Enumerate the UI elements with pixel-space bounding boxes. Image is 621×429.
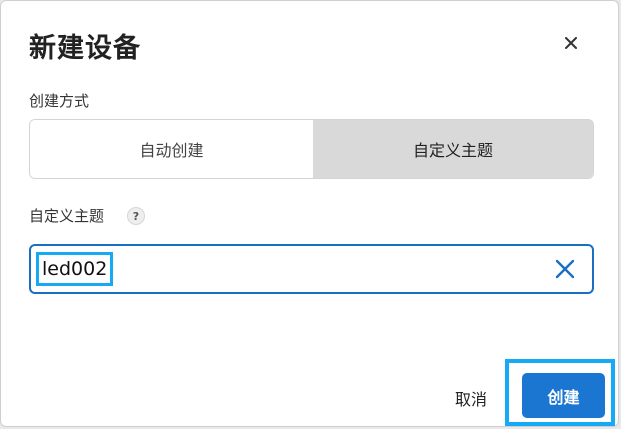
dialog-title: 新建设备 xyxy=(29,33,141,64)
clear-x-icon[interactable] xyxy=(554,258,576,280)
creation-method-segmented-control: 自动创建 自定义主题 xyxy=(29,119,594,179)
segment-auto-create[interactable]: 自动创建 xyxy=(30,120,313,178)
close-button[interactable] xyxy=(559,31,583,55)
segment-custom-topic[interactable]: 自定义主题 xyxy=(313,120,593,178)
custom-topic-input[interactable]: led002 xyxy=(29,244,594,294)
custom-topic-value[interactable]: led002 xyxy=(35,252,114,286)
create-button[interactable]: 创建 xyxy=(522,373,605,418)
close-icon[interactable] xyxy=(565,37,577,49)
creation-method-label: 创建方式 xyxy=(29,92,90,110)
cancel-button[interactable]: 取消 xyxy=(455,386,487,410)
custom-topic-label: 自定义主题 xyxy=(29,207,105,225)
help-icon[interactable]: ? xyxy=(127,207,145,225)
